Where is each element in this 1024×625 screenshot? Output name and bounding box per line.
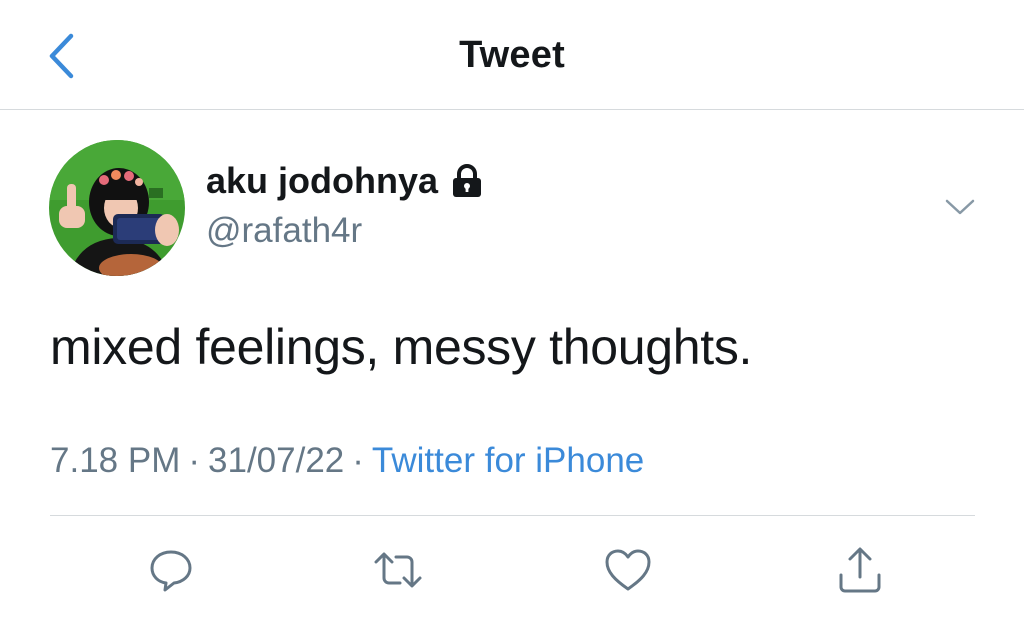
more-options-button[interactable]	[940, 190, 980, 224]
avatar[interactable]	[49, 140, 185, 276]
reply-icon	[150, 550, 192, 592]
like-icon	[605, 549, 651, 591]
user-handle[interactable]: @rafath4r	[206, 211, 362, 251]
tweet-date: 31/07/22	[208, 441, 345, 480]
avatar-image	[49, 140, 185, 276]
display-name[interactable]: aku jodohnya	[206, 160, 438, 202]
retweet-button[interactable]	[372, 544, 424, 596]
share-icon	[839, 547, 881, 593]
tweet-time: 7.18 PM	[50, 441, 181, 480]
tweet-source-link[interactable]: Twitter for iPhone	[372, 441, 644, 480]
chevron-down-icon	[945, 199, 975, 215]
reply-button[interactable]	[145, 544, 197, 596]
retweet-icon	[374, 552, 422, 588]
author-name-row: aku jodohnya	[206, 160, 484, 202]
tweet-meta: 7.18 PM · 31/07/22 · Twitter for iPhone	[50, 441, 644, 481]
lock-icon	[450, 164, 484, 198]
nav-header: Tweet	[0, 0, 1024, 110]
tweet-text: mixed feelings, messy thoughts.	[50, 319, 753, 375]
meta-separator: ·	[188, 441, 201, 480]
page-title: Tweet	[459, 34, 565, 76]
meta-separator: ·	[352, 441, 364, 480]
like-button[interactable]	[602, 544, 654, 596]
divider	[50, 515, 975, 516]
share-button[interactable]	[834, 544, 886, 596]
